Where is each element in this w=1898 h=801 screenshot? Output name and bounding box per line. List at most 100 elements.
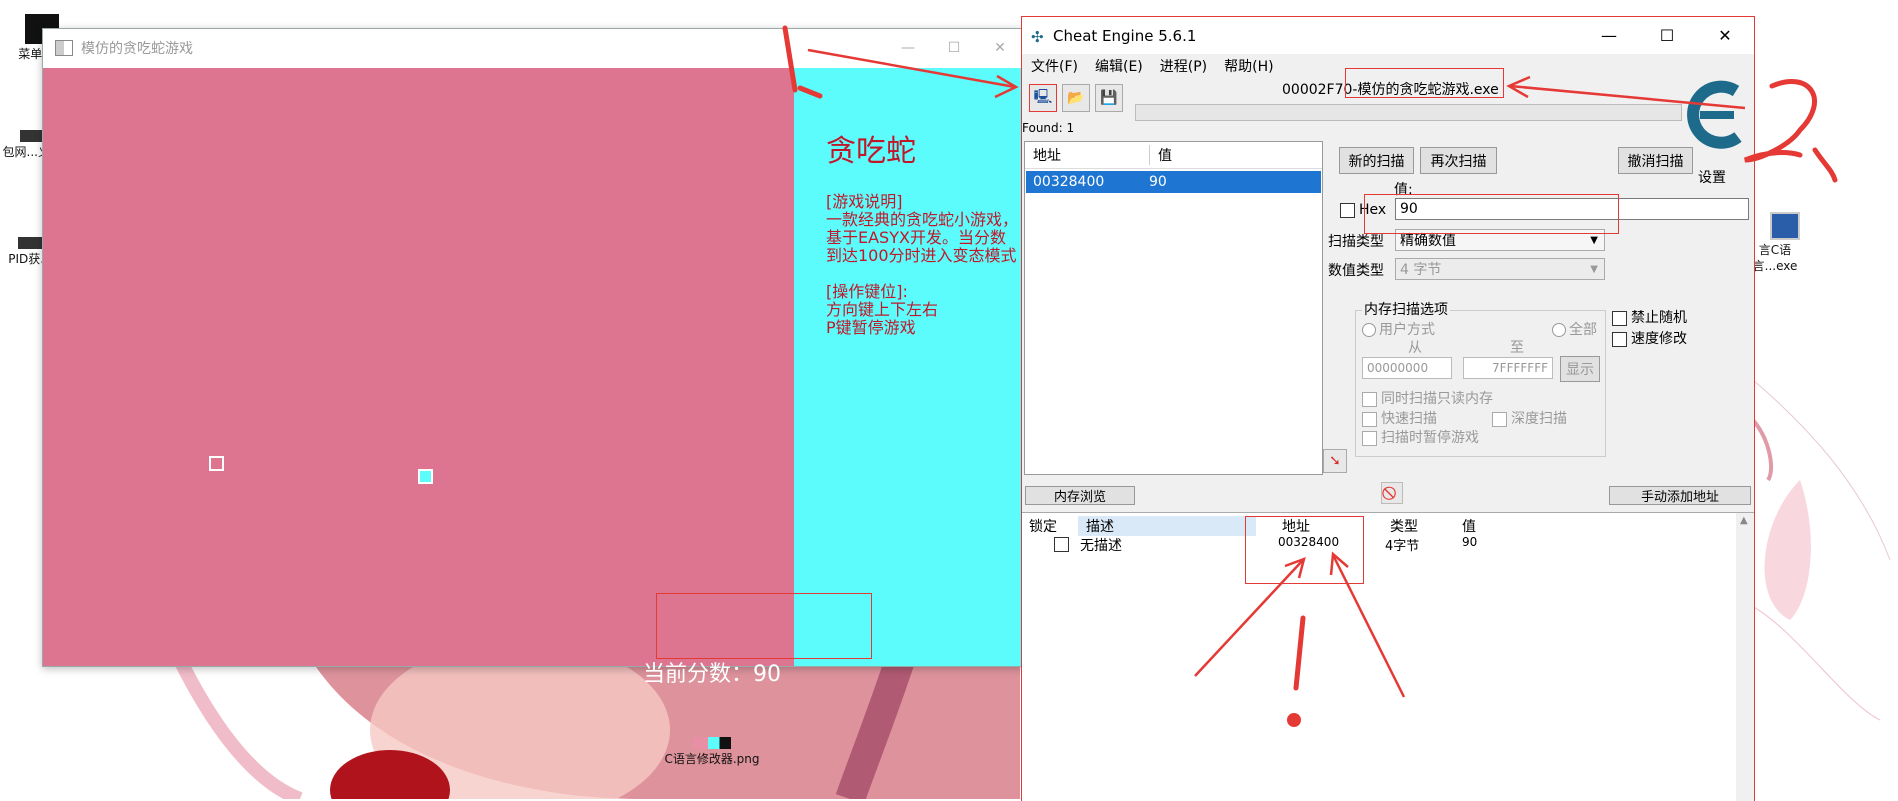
scan-progress-bar xyxy=(1135,104,1682,121)
address-table-header: 锁定 描述 地址 类型 值 xyxy=(1022,513,1734,536)
menu-edit[interactable]: 编辑(E) xyxy=(1095,56,1143,76)
results-col-value[interactable]: 值 xyxy=(1150,145,1172,165)
col-value[interactable]: 值 xyxy=(1462,516,1476,536)
all-label: 全部 xyxy=(1569,322,1597,338)
add-address-manually-button[interactable]: 手动添加地址 xyxy=(1609,486,1751,505)
readonly-checkbox[interactable]: 同时扫描只读内存 xyxy=(1362,388,1493,408)
from-address-input[interactable]: 00000000 xyxy=(1362,357,1452,379)
window-app-icon xyxy=(55,40,73,56)
to-label: 至 xyxy=(1510,340,1524,356)
value-type-label: 数值类型 xyxy=(1328,263,1384,279)
current-score: 当前分数：90 xyxy=(643,662,781,687)
hex-checkbox-box[interactable] xyxy=(1340,202,1355,218)
ce-window-title: Cheat Engine 5.6.1 xyxy=(1053,26,1197,45)
folder-icon: 📂 xyxy=(1067,90,1085,106)
speedhack-checkbox[interactable]: 速度修改 xyxy=(1612,328,1687,348)
address-table[interactable]: 锁定 描述 地址 类型 值 无描述 00328400 4字节 90 ▲ xyxy=(1022,512,1754,801)
menu-file[interactable]: 文件(F) xyxy=(1031,56,1078,76)
cheat-engine-window[interactable]: ✣ Cheat Engine 5.6.1 — ☐ ✕ 文件(F) 编辑(E) 进… xyxy=(1021,16,1755,801)
row-type: 4字节 xyxy=(1385,539,1420,554)
chevron-up-icon[interactable]: ▲ xyxy=(1740,515,1748,526)
found-count: Found: 1 xyxy=(1022,121,1075,135)
results-header: 地址 值 xyxy=(1025,142,1322,169)
app-icon xyxy=(20,130,44,142)
radio-button[interactable] xyxy=(1552,323,1566,337)
result-row[interactable]: 00328400 90 xyxy=(1026,171,1321,193)
checkbox[interactable] xyxy=(1362,430,1377,446)
snake-play-area[interactable]: 当前分数：90 xyxy=(43,68,794,687)
maximize-icon[interactable]: ☐ xyxy=(931,40,977,56)
radio-button[interactable] xyxy=(1362,323,1376,337)
checkbox[interactable] xyxy=(1362,391,1377,407)
checkbox[interactable] xyxy=(1054,537,1069,552)
close-icon[interactable]: ✕ xyxy=(1696,26,1754,45)
speedhack-label: 速度修改 xyxy=(1631,331,1687,347)
close-icon[interactable]: ✕ xyxy=(977,40,1023,56)
ce-title-bar[interactable]: ✣ Cheat Engine 5.6.1 — ☐ ✕ xyxy=(1022,17,1754,54)
minimize-icon[interactable]: — xyxy=(1580,26,1638,45)
result-value: 90 xyxy=(1149,174,1167,190)
desktop-icon[interactable]: C语言修改器.png xyxy=(660,737,764,767)
to-address-input[interactable]: 7FFFFFFF xyxy=(1463,357,1553,379)
game-title: 贪吃蛇 xyxy=(826,134,916,169)
annotation-box-score xyxy=(656,593,872,659)
results-col-address[interactable]: 地址 xyxy=(1025,145,1150,165)
annotation-box-address xyxy=(1245,516,1364,584)
no-random-checkbox[interactable]: 禁止随机 xyxy=(1612,307,1687,327)
open-file-button[interactable]: 📂 xyxy=(1062,84,1090,112)
checkbox[interactable] xyxy=(1612,331,1627,347)
col-description[interactable]: 描述 xyxy=(1078,516,1256,536)
save-button[interactable]: 💾 xyxy=(1095,84,1123,112)
image-file-icon xyxy=(693,737,731,749)
settings-logo-icon[interactable] xyxy=(1684,79,1748,149)
chevron-down-icon: ▼ xyxy=(1590,234,1598,246)
col-lock[interactable]: 锁定 xyxy=(1029,516,1057,536)
checkbox[interactable] xyxy=(1492,411,1507,427)
next-scan-button[interactable]: 再次扫描 xyxy=(1420,147,1497,174)
clear-list-button[interactable]: ⃠ xyxy=(1381,482,1403,504)
from-label: 从 xyxy=(1408,340,1422,356)
checkbox[interactable] xyxy=(1612,310,1627,326)
menu-process[interactable]: 进程(P) xyxy=(1160,56,1207,76)
snake-window-title: 模仿的贪吃蛇游戏 xyxy=(81,41,193,57)
menu-help[interactable]: 帮助(H) xyxy=(1224,56,1273,76)
snake-segment xyxy=(209,456,224,471)
snake-game-window[interactable]: 模仿的贪吃蛇游戏 — ☐ ✕ 当前分数：90 贪吃蛇 [游戏说明] 一款经典的贪… xyxy=(42,28,1024,687)
settings-label[interactable]: 设置 xyxy=(1698,167,1726,187)
snake-title-bar[interactable]: 模仿的贪吃蛇游戏 — ☐ ✕ xyxy=(43,29,1023,67)
all-radio[interactable]: 全部 xyxy=(1552,319,1597,339)
add-to-list-button[interactable]: ➘ xyxy=(1323,449,1347,473)
undo-scan-button[interactable]: 撤消扫描 xyxy=(1618,147,1693,174)
value-type-select[interactable]: 4 字节 ▼ xyxy=(1395,258,1605,280)
address-table-scrollbar[interactable]: ▲ xyxy=(1736,513,1754,801)
row-value: 90 xyxy=(1462,535,1478,549)
deep-scan-label: 深度扫描 xyxy=(1511,411,1567,427)
annotation-box-process xyxy=(1345,68,1504,98)
game-instructions: [游戏说明] 一款经典的贪吃蛇小游戏，基于EASYX开发。当分数到达100分时进… xyxy=(826,192,1019,337)
memory-view-button[interactable]: 内存浏览 xyxy=(1025,486,1135,505)
open-process-button[interactable]: 🖳 xyxy=(1029,84,1057,112)
user-mode-radio[interactable]: 用户方式 xyxy=(1362,319,1435,339)
fast-scan-checkbox[interactable]: 快速扫描 xyxy=(1362,408,1437,428)
readonly-label: 同时扫描只读内存 xyxy=(1381,391,1493,407)
checkbox[interactable] xyxy=(1362,411,1377,427)
result-address: 00328400 xyxy=(1033,174,1105,190)
app-icon xyxy=(18,237,42,249)
scan-results-list[interactable]: 地址 值 00328400 90 xyxy=(1024,141,1323,475)
maximize-icon[interactable]: ☐ xyxy=(1638,26,1696,45)
new-scan-button[interactable]: 新的扫描 xyxy=(1339,147,1414,174)
annotation-box-value xyxy=(1364,194,1619,234)
pause-game-checkbox[interactable]: 扫描时暂停游戏 xyxy=(1362,427,1479,447)
no-random-label: 禁止随机 xyxy=(1631,310,1687,326)
fast-scan-label: 快速扫描 xyxy=(1381,411,1437,427)
minimize-icon[interactable]: — xyxy=(885,40,931,56)
show-button[interactable]: 显示 xyxy=(1560,356,1600,382)
arrow-down-right-icon: ➘ xyxy=(1329,453,1341,469)
user-mode-label: 用户方式 xyxy=(1379,322,1435,338)
scan-type-label: 扫描类型 xyxy=(1328,234,1384,250)
desktop-icon-label: C语言修改器.png xyxy=(664,752,760,766)
col-type[interactable]: 类型 xyxy=(1390,516,1418,536)
save-icon: 💾 xyxy=(1100,90,1118,106)
row-description: 无描述 xyxy=(1080,538,1122,554)
deep-scan-checkbox[interactable]: 深度扫描 xyxy=(1492,408,1567,428)
